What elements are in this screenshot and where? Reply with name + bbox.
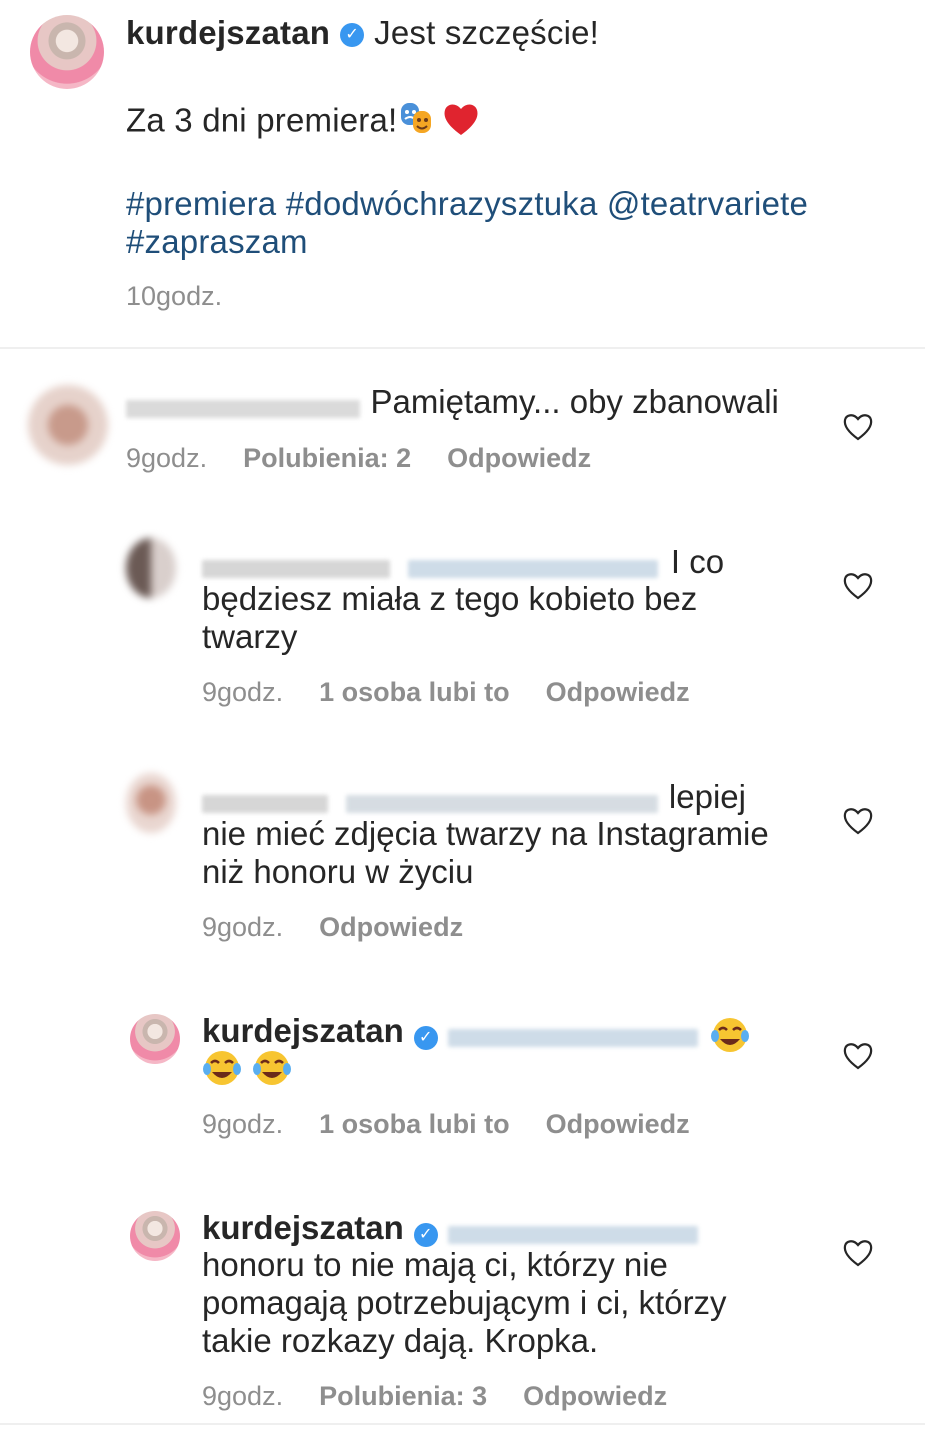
like-heart-icon[interactable] [841, 1039, 875, 1073]
post-caption-line2: Za 3 dni premiera! [126, 101, 398, 139]
comment-1: Pamiętamy... oby zbanowali [126, 383, 779, 421]
like-heart-icon[interactable] [841, 569, 875, 603]
comment-text-line2: nie mieć zdjęcia twarzy na Instagramie [202, 815, 769, 852]
comment-likes[interactable]: Polubienia: 3 [319, 1381, 487, 1411]
comment-4-line2 [202, 1048, 292, 1093]
comment-2-line1: I co [202, 543, 724, 581]
comment-text-line3: niż honoru w życiu [202, 853, 474, 890]
performing-arts-emoji-icon [397, 99, 437, 147]
comment-text-line1: lepiej [668, 778, 746, 815]
blurred-mention [447, 1028, 698, 1047]
comment-text-line1: I co [670, 543, 725, 580]
face-with-tears-of-joy-emoji-icon [252, 1048, 292, 1093]
comment-text-line2: pomagają potrzebującym i ci, którzy [202, 1284, 727, 1321]
comment-time: 9godz. [202, 1381, 284, 1411]
reply-button[interactable]: Odpowiedz [546, 677, 690, 707]
post-caption-header: kurdejszatan ✓ Jest szczęście! [126, 14, 599, 52]
comment-time: 9godz. [202, 1109, 284, 1139]
comment-likes[interactable]: 1 osoba lubi to [319, 1109, 510, 1139]
verified-badge-icon: ✓ [340, 23, 365, 48]
blurred-username [202, 794, 328, 813]
face-with-tears-of-joy-emoji-icon [202, 1048, 242, 1093]
commenter-avatar[interactable] [28, 385, 108, 465]
red-heart-emoji-icon [441, 99, 481, 147]
blurred-mention [408, 559, 659, 578]
reply-button[interactable]: Odpowiedz [319, 912, 463, 942]
comment-time: 9godz. [202, 677, 284, 707]
comment-username[interactable]: kurdejszatan [202, 1012, 404, 1049]
comment-5-line1: kurdejszatan ✓ [202, 1209, 698, 1247]
comment-meta: 9godz. Polubienia: 3 Odpowiedz [202, 1381, 667, 1412]
comment-meta: 9godz. 1 osoba lubi to Odpowiedz [202, 677, 690, 708]
comment-time: 9godz. [202, 912, 284, 942]
divider [0, 1423, 925, 1425]
post-hashtags-line2[interactable]: #zapraszam [126, 223, 308, 261]
comment-text-line1: honoru to nie mają ci, którzy nie [202, 1246, 668, 1283]
verified-badge-icon: ✓ [413, 1025, 438, 1050]
like-heart-icon[interactable] [841, 410, 875, 444]
blurred-mention [346, 794, 659, 813]
post-timestamp: 10godz. [126, 281, 223, 311]
comment-text-line2: będziesz miała z tego kobieto bez [202, 580, 698, 617]
comment-text-line3: twarzy [202, 618, 298, 655]
comment-time: 9godz. [126, 443, 208, 473]
comment-likes[interactable]: 1 osoba lubi to [319, 677, 510, 707]
reply-button[interactable]: Odpowiedz [523, 1381, 667, 1411]
reply-button[interactable]: Odpowiedz [546, 1109, 690, 1139]
like-heart-icon[interactable] [841, 804, 875, 838]
post-author-avatar[interactable] [30, 15, 104, 89]
post-caption-line2-wrap: Za 3 dni premiera! [126, 99, 481, 147]
blurred-username [126, 399, 360, 418]
commenter-avatar[interactable] [126, 773, 176, 833]
comment-username[interactable]: kurdejszatan [202, 1209, 404, 1246]
blurred-username [202, 559, 390, 578]
comment-likes[interactable]: Polubienia: 2 [243, 443, 411, 473]
author-avatar[interactable] [130, 1014, 180, 1064]
comment-meta: 9godz. Polubienia: 2 Odpowiedz [126, 443, 591, 474]
comment-text: Pamiętamy... oby zbanowali [370, 383, 779, 420]
like-heart-icon[interactable] [841, 1236, 875, 1270]
face-with-tears-of-joy-emoji-icon [710, 1015, 750, 1060]
blurred-mention [447, 1225, 698, 1244]
comment-meta: 9godz. 1 osoba lubi to Odpowiedz [202, 1109, 690, 1140]
commenter-avatar[interactable] [126, 538, 176, 598]
author-avatar[interactable] [130, 1211, 180, 1261]
comment-meta: 9godz. Odpowiedz [202, 912, 463, 943]
post-username[interactable]: kurdejszatan [126, 14, 330, 51]
divider [0, 347, 925, 349]
post-hashtags-line1[interactable]: #premiera #dodwóchrazysztuka @teatrvarie… [126, 185, 808, 223]
post-caption-line1: Jest szczęście! [374, 14, 600, 51]
verified-badge-icon: ✓ [413, 1222, 438, 1247]
reply-button[interactable]: Odpowiedz [447, 443, 591, 473]
comment-text-line3: takie rozkazy dają. Kropka. [202, 1322, 599, 1359]
comment-3-line1: lepiej [202, 778, 746, 816]
